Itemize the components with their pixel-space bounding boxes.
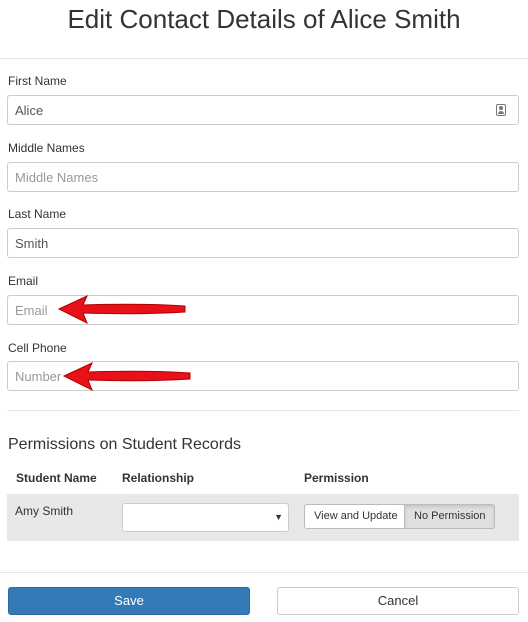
first-name-label: First Name	[8, 74, 67, 88]
permissions-section-title: Permissions on Student Records	[8, 436, 241, 453]
permission-toggle-group: View and Update No Permission	[304, 504, 495, 529]
cancel-button[interactable]: Cancel	[277, 587, 519, 615]
student-name-cell: Amy Smith	[15, 504, 74, 518]
column-header-permission: Permission	[304, 471, 369, 485]
first-name-field[interactable]	[7, 95, 519, 125]
no-permission-button[interactable]: No Permission	[405, 504, 495, 529]
column-header-relationship: Relationship	[122, 471, 195, 485]
email-label: Email	[8, 274, 39, 288]
contact-card-icon[interactable]	[496, 104, 506, 116]
column-header-student-name: Student Name	[16, 471, 97, 485]
chevron-down-icon: ▼	[274, 512, 283, 522]
red-arrow-icon	[57, 294, 186, 325]
last-name-field[interactable]	[7, 228, 519, 258]
middle-names-label: Middle Names	[8, 141, 85, 155]
red-arrow-icon	[62, 361, 191, 392]
cell-phone-label: Cell Phone	[8, 341, 67, 355]
divider	[0, 58, 528, 59]
page-title: Edit Contact Details of Alice Smith	[67, 4, 461, 34]
divider	[7, 410, 519, 411]
view-and-update-button[interactable]: View and Update	[304, 504, 405, 529]
last-name-label: Last Name	[8, 207, 67, 221]
save-button[interactable]: Save	[8, 587, 250, 615]
divider	[0, 572, 528, 573]
middle-names-field[interactable]	[7, 162, 519, 192]
relationship-select[interactable]: ▼	[122, 503, 289, 532]
